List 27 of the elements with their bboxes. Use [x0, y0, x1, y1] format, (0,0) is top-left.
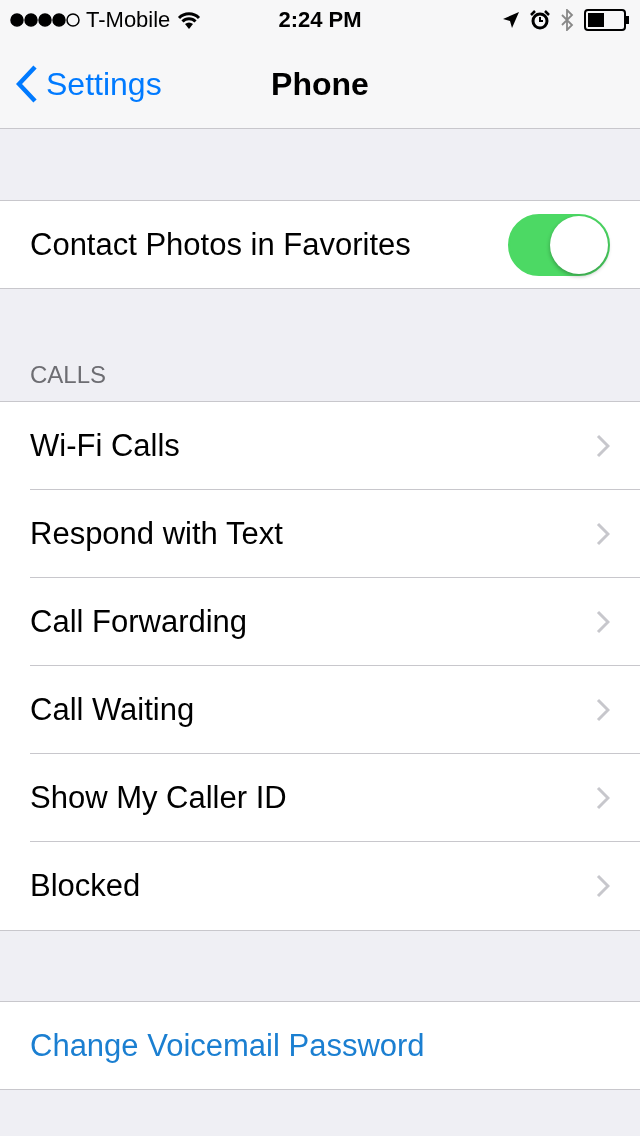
alarm-icon: [530, 10, 550, 30]
battery-icon: [584, 9, 630, 31]
nav-title: Phone: [271, 65, 369, 103]
settings-row[interactable]: Blocked: [30, 842, 640, 930]
bluetooth-icon: [560, 9, 574, 31]
chevron-icon: [596, 785, 610, 810]
chevron-icon: [596, 609, 610, 634]
back-label: Settings: [46, 65, 162, 103]
carrier-name: T-Mobile: [86, 7, 171, 33]
wifi-icon: [176, 10, 203, 30]
settings-row[interactable]: Call Waiting: [30, 666, 640, 754]
location-icon: [502, 11, 520, 29]
settings-row[interactable]: Respond with Text: [30, 490, 640, 578]
back-chevron-icon: [16, 65, 38, 103]
settings-row[interactable]: Wi-Fi Calls: [30, 402, 640, 490]
signal-icon: [10, 13, 80, 27]
settings-row[interactable]: Call Forwarding: [30, 578, 640, 666]
back-button[interactable]: Settings: [0, 65, 178, 103]
chevron-icon: [596, 874, 610, 898]
chevron-icon: [596, 433, 610, 458]
setting-label: Contact Photos in Favorites: [30, 226, 412, 263]
section-header: CALLS: [29, 361, 107, 390]
toggle-switch[interactable]: [508, 213, 610, 276]
chevron-icon: [596, 697, 610, 722]
settings-row[interactable]: Show My Caller ID: [30, 754, 640, 842]
status-time: 2:24 PM: [278, 7, 362, 33]
chevron-icon: [596, 521, 610, 546]
